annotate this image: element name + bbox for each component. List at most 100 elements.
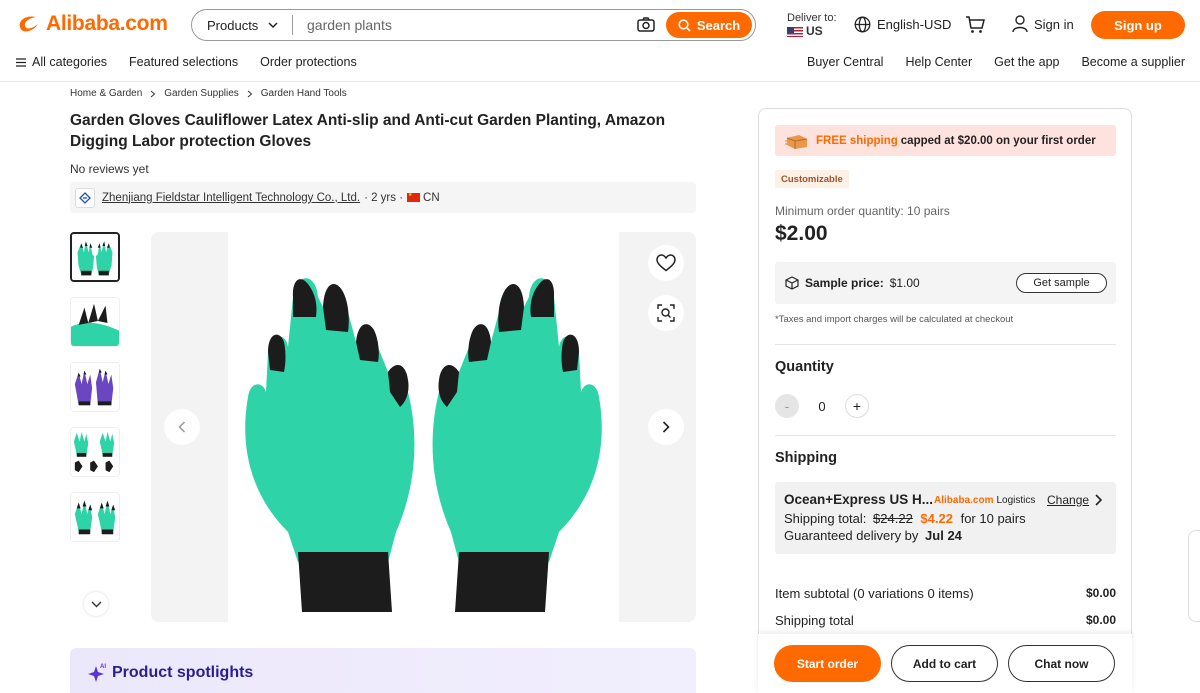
search-category-label: Products [207,17,259,33]
supplier-years: · 2 yrs · [364,191,404,204]
shipping-total-row: Shipping total $0.00 [775,613,1116,628]
chevron-down-icon [91,601,101,607]
sample-price-label: Sample price: [805,276,884,290]
search-category-select[interactable]: Products [192,10,292,40]
customizable-badge: Customizable [775,170,849,188]
tax-note: *Taxes and import charges will be calcul… [775,314,1014,325]
minimum-order-quantity: Minimum order quantity: 10 pairs [775,204,950,218]
item-subtotal-label: Item subtotal (0 variations 0 items) [775,586,974,601]
change-shipping-link[interactable]: Change [1047,493,1103,507]
nav-order-protections[interactable]: Order protections [260,55,357,69]
get-sample-button[interactable]: Get sample [1016,273,1107,293]
ai-sparkle-icon: AI [88,664,106,682]
thumbnail-image[interactable] [70,427,120,477]
breadcrumb-item[interactable]: Garden Hand Tools [261,88,347,99]
shipping-quantity-note: for 10 pairs [960,511,1026,526]
thumbnail-image[interactable] [70,297,120,347]
chevron-right-icon [1095,494,1103,506]
free-shipping-banner: FREE shipping capped at $20.00 on your f… [775,125,1116,156]
shipping-original-price: $24.22 [873,511,913,526]
breadcrumb-item[interactable]: Garden Supplies [164,88,239,99]
deliver-country: US [787,25,837,38]
language-selector[interactable]: English-USD [854,16,951,33]
thumbnail-image[interactable] [70,362,120,412]
favorite-button[interactable] [648,245,684,281]
nav-featured-selections[interactable]: Featured selections [129,55,238,69]
quantity-title: Quantity [775,359,834,375]
search-bar: Products Search [191,9,756,41]
deliver-country-code: US [806,24,823,38]
nav-left: All categories Featured selections Order… [16,55,379,69]
cart-icon[interactable] [965,15,985,34]
sign-up-button[interactable]: Sign up [1091,11,1185,39]
divider [775,344,1116,345]
sign-in-label: Sign in [1034,16,1074,32]
free-shipping-label: FREE shipping [816,134,898,147]
us-flag-icon [787,26,803,37]
thumbnail-image[interactable] [70,492,120,542]
product-title: Garden Gloves Cauliflower Latex Anti-sli… [70,112,666,150]
sample-price-box: Sample price: $1.00 Get sample [775,262,1116,304]
menu-icon [16,57,26,67]
quantity-increase-button[interactable]: + [845,394,869,418]
nav-buyer-central[interactable]: Buyer Central [807,55,883,69]
shipping-total-label: Shipping total: [784,511,867,526]
gloves-pair-thumbnail [71,493,119,541]
alibaba-logistics-logo: Alibaba.com Logistics [934,495,1035,506]
breadcrumb-item[interactable]: Home & Garden [70,88,142,99]
main-product-image[interactable] [151,232,696,622]
language-label: English-USD [877,17,952,32]
thumbnail-image[interactable] [70,232,120,282]
search-input[interactable] [293,10,636,40]
shipping-total-row-value: $0.00 [1085,613,1116,627]
shipping-method: Ocean+Express US H... [784,492,933,507]
chevron-down-icon [268,22,278,29]
alibaba-logo[interactable]: Alibaba.com [16,12,168,36]
image-search-button[interactable] [648,295,684,331]
divider [775,435,1116,436]
side-widget[interactable] [1188,530,1200,622]
logistics-brand: Alibaba.com [934,495,994,506]
sign-in-link[interactable]: Sign in [1012,15,1074,33]
user-icon [1012,15,1028,33]
shipping-option-box: Ocean+Express US H... Alibaba.com Logisti… [775,482,1116,554]
previous-image-button[interactable] [164,409,200,445]
gloves-group-thumbnail [71,428,119,476]
chevron-right-icon [150,90,156,97]
product-spotlights-section: AI Product spotlights [70,648,696,693]
supplier-logo-icon [79,191,91,204]
add-to-cart-button[interactable]: Add to cart [891,645,998,682]
alibaba-logo-icon [19,16,38,32]
item-subtotal-row: Item subtotal (0 variations 0 items) $0.… [775,586,1116,601]
top-header: Alibaba.com Products Search Deliver to: … [0,0,1200,50]
supplier-name-link[interactable]: Zhenjiang Fieldstar Intelligent Technolo… [102,192,360,204]
unit-price: $2.00 [775,222,828,245]
quantity-value[interactable]: 0 [799,399,845,414]
chat-now-button[interactable]: Chat now [1008,645,1115,682]
nav-right: Buyer Central Help Center Get the app Be… [785,55,1185,69]
order-action-bar: Start order Add to cart Chat now [758,634,1132,693]
guaranteed-delivery-line: Guaranteed delivery by Jul 24 [784,528,962,543]
camera-icon[interactable] [636,15,656,35]
shipping-discount-price: $4.22 [920,511,953,526]
nav-all-categories[interactable]: All categories [16,55,107,69]
category-nav: All categories Featured selections Order… [0,50,1200,82]
package-icon [785,276,799,290]
start-order-button[interactable]: Start order [774,645,881,682]
nav-help-center[interactable]: Help Center [905,55,972,69]
quantity-decrease-button[interactable]: - [775,394,799,418]
glove-thumbnail-image [72,234,118,280]
shipping-title: Shipping [775,450,838,466]
delivery-box-icon [785,134,808,149]
glove-closeup-thumbnail [71,298,119,346]
nav-get-the-app[interactable]: Get the app [994,55,1059,69]
next-image-button[interactable] [648,409,684,445]
nav-become-supplier[interactable]: Become a supplier [1081,55,1185,69]
search-button-label: Search [696,17,741,33]
thumbnail-scroll-down-button[interactable] [84,592,108,616]
sign-up-label: Sign up [1114,17,1162,33]
search-button[interactable]: Search [666,12,752,38]
free-shipping-terms: capped at $20.00 on your first order [900,134,1096,147]
deliver-to[interactable]: Deliver to: US [787,12,837,38]
change-shipping-label: Change [1047,493,1090,507]
